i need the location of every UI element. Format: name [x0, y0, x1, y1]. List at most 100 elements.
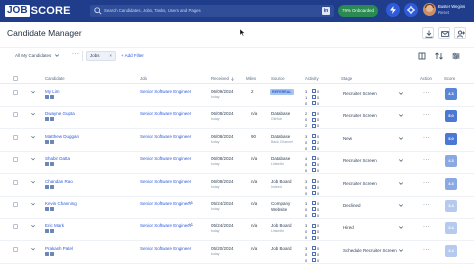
jobs-filter-chip[interactable]: Jobs ×	[86, 51, 116, 61]
email-icon[interactable]	[312, 123, 316, 128]
task-icon[interactable]	[312, 95, 316, 100]
task-icon[interactable]	[312, 162, 316, 167]
table-row[interactable]: Shabir Datta Senior Software Engineer 06…	[0, 152, 474, 175]
notes-icon[interactable]	[312, 134, 316, 139]
row-actions-button[interactable]: ···	[423, 180, 430, 186]
row-actions-button[interactable]: ···	[423, 157, 430, 163]
stage-select[interactable]: Recruiter Screen	[343, 181, 377, 186]
row-checkbox[interactable]	[13, 157, 18, 163]
resume-icon[interactable]	[45, 95, 49, 99]
column-header-miles[interactable]: Miles	[246, 76, 256, 81]
table-row[interactable]: My Lim Senior Software Engineer 06/09/20…	[0, 85, 474, 107]
candidate-name-link[interactable]: Prakash Patel	[45, 246, 73, 251]
candidate-name-link[interactable]: Kevin Channing	[45, 201, 77, 206]
profile-icon[interactable]	[50, 229, 54, 234]
notes-icon[interactable]	[312, 111, 316, 116]
stage-select[interactable]: Declined	[343, 203, 361, 208]
view-more-button[interactable]: ···	[72, 51, 80, 57]
column-header-source[interactable]: Source	[271, 76, 285, 81]
resume-icon[interactable]	[45, 207, 49, 211]
saved-view-select[interactable]: All My Candidates	[15, 53, 59, 58]
table-row[interactable]: Matthew Duggan Senior Software Engineer …	[0, 130, 474, 152]
chevron-down-icon[interactable]	[399, 137, 403, 140]
job-link[interactable]: Senior Software Engineer	[140, 201, 191, 206]
candidate-name-link[interactable]: Dwayne Gupta	[45, 111, 75, 116]
table-row[interactable]: Eric Mark Senior Software Engineer +1 05…	[0, 219, 474, 242]
job-link[interactable]: Senior Software Engineer	[140, 179, 191, 184]
additional-jobs-count[interactable]: +1	[188, 200, 193, 205]
email-icon[interactable]	[312, 235, 316, 240]
email-icon[interactable]	[312, 190, 316, 195]
add-candidate-button[interactable]	[454, 27, 466, 39]
job-link[interactable]: Senior Software Engineer	[140, 223, 191, 228]
row-actions-button[interactable]: ···	[423, 224, 430, 230]
chevron-down-icon[interactable]	[31, 202, 35, 206]
chevron-down-icon[interactable]	[399, 204, 403, 207]
chevron-down-icon[interactable]	[399, 114, 403, 118]
resume-icon[interactable]	[45, 251, 49, 256]
job-link[interactable]: Senior Software Engineer	[140, 89, 191, 94]
profile-icon[interactable]	[50, 184, 54, 189]
chevron-down-icon[interactable]	[399, 226, 403, 230]
table-row[interactable]: Prakash Patel Senior Software Engineer 0…	[0, 242, 474, 264]
row-actions-button[interactable]: ···	[423, 112, 430, 118]
chevron-down-icon[interactable]	[31, 247, 35, 251]
column-header-received[interactable]: Received	[211, 76, 235, 81]
candidate-name-link[interactable]: Chandan Rao	[45, 179, 73, 184]
resume-icon[interactable]	[45, 229, 49, 234]
close-icon[interactable]: ×	[109, 52, 112, 60]
chevron-down-icon[interactable]	[31, 157, 35, 161]
stage-select[interactable]: Hired	[343, 225, 354, 230]
table-row[interactable]: Kevin Channing Senior Software Engineer …	[0, 197, 474, 219]
job-link[interactable]: Senior Software Engineer	[140, 134, 191, 139]
profile-icon[interactable]	[50, 95, 54, 99]
row-checkbox[interactable]	[13, 246, 18, 252]
resume-icon[interactable]	[45, 139, 49, 144]
row-checkbox[interactable]	[13, 179, 18, 185]
task-icon[interactable]	[312, 229, 316, 234]
chevron-down-icon[interactable]	[31, 224, 35, 228]
profile-icon[interactable]	[50, 251, 54, 256]
sort-icon[interactable]	[434, 51, 444, 61]
notes-icon[interactable]	[312, 201, 316, 206]
stage-select[interactable]: Recruiter Screen	[343, 91, 377, 96]
task-icon[interactable]	[312, 207, 316, 212]
row-checkbox[interactable]	[13, 112, 18, 118]
notes-icon[interactable]	[312, 178, 316, 183]
email-icon[interactable]	[312, 168, 316, 173]
settings-button[interactable]	[404, 3, 418, 17]
add-filter-button[interactable]: + Add Filter	[121, 53, 144, 58]
row-actions-button[interactable]: ···	[423, 247, 430, 253]
stage-select[interactable]: Recruiter Screen	[343, 113, 377, 118]
notes-icon[interactable]	[312, 156, 316, 161]
email-icon[interactable]	[312, 146, 316, 151]
email-icon[interactable]	[312, 213, 316, 218]
job-link[interactable]: Senior Software Engineer	[140, 156, 191, 161]
select-all-checkbox[interactable]	[13, 76, 18, 81]
task-icon[interactable]	[312, 140, 316, 145]
jobscore-logo[interactable]: JOB SCORE	[5, 4, 71, 18]
column-header-activity[interactable]: Activity	[305, 76, 319, 81]
additional-jobs-count[interactable]: +1	[188, 222, 193, 227]
user-avatar[interactable]	[423, 3, 436, 16]
chevron-down-icon[interactable]	[31, 135, 35, 139]
profile-icon[interactable]	[50, 162, 54, 167]
task-icon[interactable]	[312, 184, 316, 189]
chevron-down-icon[interactable]	[31, 180, 35, 184]
chevron-down-icon[interactable]	[31, 90, 35, 94]
row-checkbox[interactable]	[13, 202, 18, 207]
download-button[interactable]	[422, 27, 434, 39]
global-search-input[interactable]: Search Candidates, Jobs, Tasks, Users an…	[90, 5, 334, 17]
row-actions-button[interactable]: ···	[423, 202, 430, 208]
email-icon[interactable]	[312, 258, 316, 263]
columns-icon[interactable]	[417, 51, 427, 61]
chevron-down-icon[interactable]	[31, 112, 35, 116]
row-actions-button[interactable]: ···	[423, 135, 430, 141]
column-header-stage[interactable]: Stage	[341, 76, 352, 81]
email-button[interactable]	[438, 27, 450, 39]
user-menu[interactable]: Buster Wegins Reset	[438, 4, 465, 15]
resume-icon[interactable]	[45, 162, 49, 167]
table-row[interactable]: Chandan Rao Senior Software Engineer 06/…	[0, 175, 474, 197]
filter-settings-icon[interactable]	[451, 51, 461, 61]
job-link[interactable]: Senior Software Engineer	[140, 246, 191, 251]
